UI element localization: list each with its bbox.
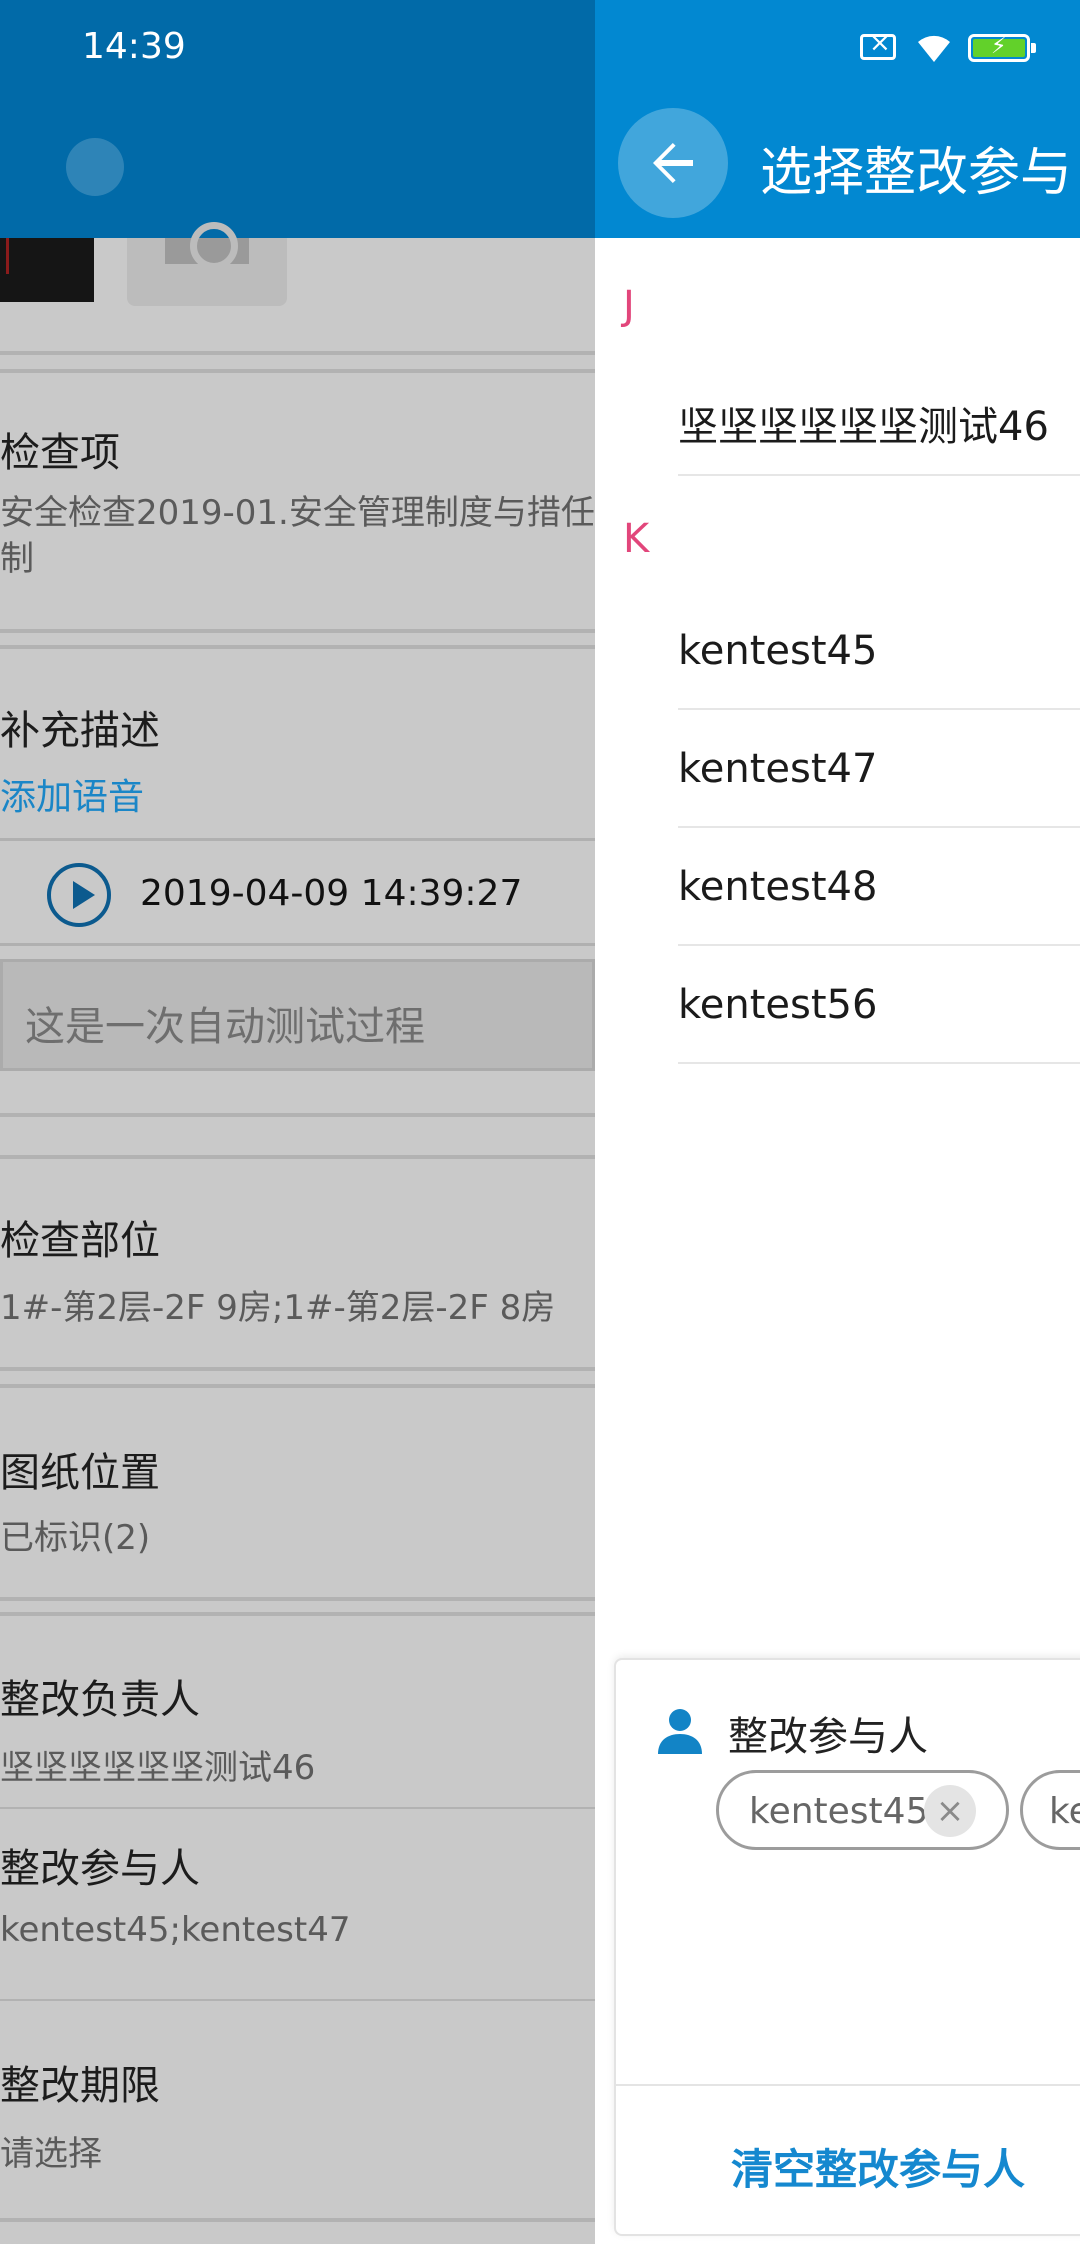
voice-record-row: 2019-04-09 14:39:27 [0,838,595,946]
back-button[interactable] [618,108,728,218]
divider [0,2218,595,2222]
divider [0,1367,595,1371]
drawing-position-title: 图纸位置 [0,1450,160,1496]
clear-participants-button[interactable]: 清空整改参与人 [616,2086,1080,2236]
form-app-bar: 14:39 [0,0,595,238]
drawer-title: 选择整改参与 [760,143,1073,203]
rectify-participants-title: 整改参与人 [0,1846,200,1892]
divider [0,1113,595,1117]
drawing-position-value: 已标识(2) [0,1518,151,1558]
person-name: kentest48 [678,864,878,910]
person-name: kentest56 [678,982,878,1028]
note-text: 这是一次自动测试过程 [25,1004,425,1050]
note-field: 这是一次自动测试过程 [0,959,595,1071]
battery-charging-icon: ⚡ [968,34,1036,62]
divider [0,1155,595,1159]
chip-remove-icon[interactable]: × [924,1785,976,1837]
play-icon [47,863,111,927]
person-name: 坚坚坚坚坚坚测试46 [678,404,1049,450]
participant-chip: ke [1020,1770,1080,1850]
rectify-owner-value: 坚坚坚坚坚坚测试46 [0,1748,316,1788]
rectify-participants-value: kentest45;kentest47 [0,1910,351,1950]
person-name: kentest45 [678,628,878,674]
divider [0,1807,595,1809]
check-item-title: 检查项 [0,430,120,476]
person-name: kentest47 [678,746,878,792]
participant-chip: kentest45 × [716,1770,1009,1850]
person-item[interactable]: kentest47 [678,710,1080,828]
person-icon [658,1709,702,1754]
divider [0,1384,595,1388]
check-location-title: 检查部位 [0,1218,160,1264]
camera-icon [165,222,249,270]
divider [0,645,595,649]
chip-label: ke [1049,1791,1080,1832]
supplement-title: 补充描述 [0,708,160,754]
add-photo-button [127,222,287,306]
person-item[interactable]: kentest56 [678,946,1080,1064]
select-participants-drawer: ⚡ 选择整改参与 J 坚坚坚坚坚坚测试46 K kentest45 kentes… [595,0,1080,2244]
rectify-deadline-title: 整改期限 [0,2063,160,2109]
add-voice-link: 添加语音 [0,777,145,818]
rectify-owner-title: 整改负责人 [0,1677,200,1723]
voice-timestamp: 2019-04-09 14:39:27 [140,873,523,914]
background-form-page: 14:39 检查项 安全检查2019-01.安全管理制度与措任制 补充描述 添加… [0,0,595,2244]
divider [0,1999,595,2001]
status-time: 14:39 [82,26,186,67]
no-sim-icon [860,28,896,60]
person-item[interactable]: kentest48 [678,828,1080,946]
section-letter-j: J [623,283,635,329]
check-item-value: 安全检查2019-01.安全管理制度与措任制 [0,493,595,579]
photo-thumbnail [0,238,94,302]
person-item[interactable]: 坚坚坚坚坚坚测试46 [678,358,1080,476]
app-bar-ghost-button [66,138,124,196]
clear-participants-label: 清空整改参与人 [731,2145,1026,2194]
status-icons: ⚡ [860,28,1060,68]
divider [0,1597,595,1601]
check-location-value: 1#-第2层-2F 9房;1#-第2层-2F 8房 [0,1288,556,1328]
rectify-deadline-value: 请选择 [0,2134,102,2174]
person-item[interactable]: kentest45 [678,592,1080,710]
divider [0,629,595,633]
arrow-left-icon [653,143,693,183]
divider [0,1612,595,1616]
section-letter-k: K [623,516,650,562]
wifi-icon [918,35,950,62]
selected-participants-panel: 整改参与人 kentest45 × ke 清空整改参与人 [614,1658,1080,2236]
drawer-app-bar: ⚡ 选择整改参与 [595,0,1080,238]
divider [0,369,595,373]
chip-label: kentest45 [749,1791,929,1832]
panel-title: 整改参与人 [728,1714,928,1760]
divider [0,351,595,355]
